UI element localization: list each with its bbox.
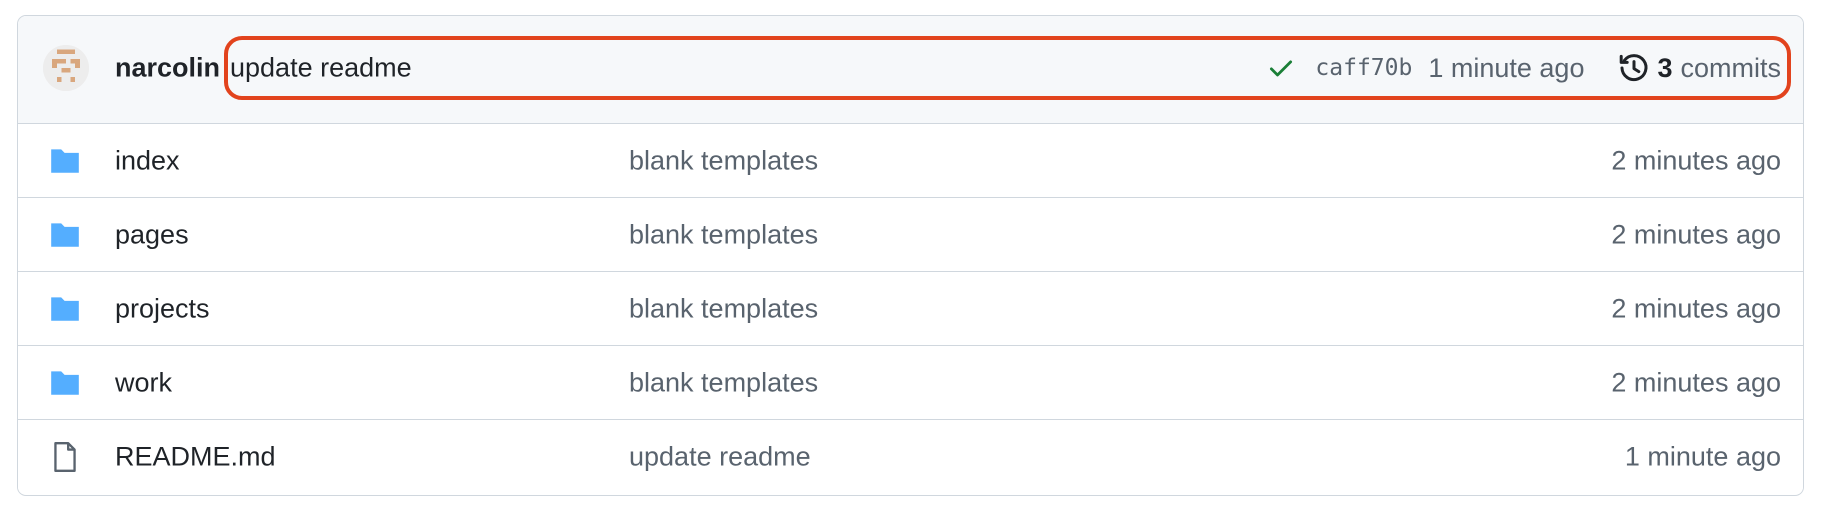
file-browser: narcolin update readme caff70b 1 minute … [17, 15, 1804, 496]
file-commit-message[interactable]: blank templates [629, 293, 818, 324]
file-commit-time: 2 minutes ago [1611, 367, 1781, 397]
file-commit-time: 2 minutes ago [1611, 219, 1781, 249]
file-icon [54, 442, 76, 472]
file-row-pages[interactable]: pages blank templates 2 minutes ago [18, 198, 1803, 272]
file-row-work[interactable]: work blank templates 2 minutes ago [18, 346, 1803, 420]
avatar[interactable] [43, 45, 89, 91]
file-name[interactable]: work [115, 367, 172, 398]
file-commit-message[interactable]: blank templates [629, 219, 818, 250]
commits-count[interactable]: 3 [1657, 53, 1672, 84]
file-commit-message[interactable]: blank templates [629, 145, 818, 176]
file-commit-time: 2 minutes ago [1611, 293, 1781, 323]
file-commit-time: 1 minute ago [1624, 441, 1781, 472]
file-name[interactable]: projects [115, 293, 210, 324]
check-icon[interactable] [1267, 54, 1295, 82]
file-name[interactable]: README.md [115, 442, 276, 473]
folder-icon [51, 222, 79, 247]
commit-sha[interactable]: caff70b [1315, 55, 1412, 81]
file-name[interactable]: pages [115, 219, 189, 250]
file-row-readme[interactable]: README.md update readme 1 minute ago [18, 420, 1803, 494]
file-commit-message[interactable]: blank templates [629, 367, 818, 398]
folder-icon [51, 148, 79, 173]
history-icon[interactable] [1618, 52, 1650, 84]
file-commit-time: 2 minutes ago [1611, 145, 1781, 175]
file-commit-message[interactable]: update readme [629, 442, 811, 473]
latest-commit-bar: narcolin update readme caff70b 1 minute … [18, 16, 1803, 124]
folder-icon [51, 296, 79, 321]
folder-icon [51, 370, 79, 395]
commit-message[interactable]: update readme [230, 53, 412, 84]
commit-time[interactable]: 1 minute ago [1428, 53, 1584, 84]
file-name[interactable]: index [115, 145, 180, 176]
commit-meta: caff70b 1 minute ago 3 commits [1267, 52, 1781, 84]
commit-author[interactable]: narcolin [115, 53, 220, 84]
commits-label[interactable]: commits [1681, 53, 1782, 84]
file-row-index[interactable]: index blank templates 2 minutes ago [18, 124, 1803, 198]
file-row-projects[interactable]: projects blank templates 2 minutes ago [18, 272, 1803, 346]
